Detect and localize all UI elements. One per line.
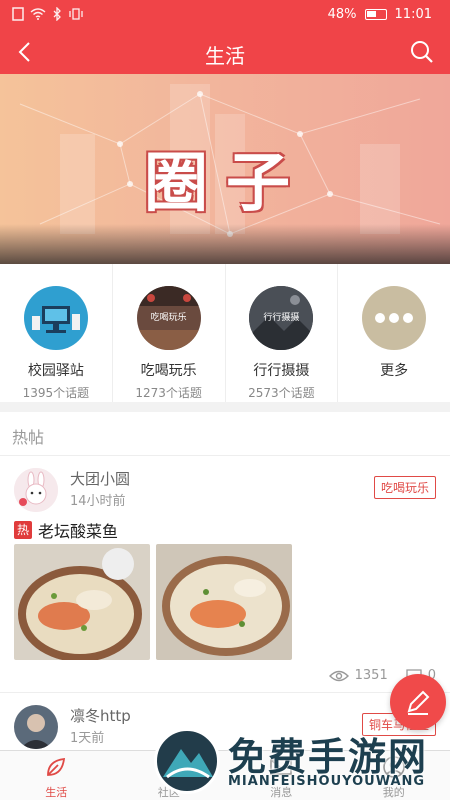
more-icon [362,286,427,350]
views-count: 1351 [354,668,388,683]
fish-dish-photo-1 [14,544,150,660]
computer-illustration [31,306,80,333]
category-name: 校园驿站 [27,363,84,379]
campus-station-icon [23,286,88,350]
sim-icon [12,7,24,21]
banner[interactable]: 圈子 [0,74,450,264]
search-button[interactable] [408,38,436,66]
photography-icon-label: 行行摄摄 [263,313,300,323]
post-image[interactable] [14,544,150,660]
avatar[interactable] [14,468,58,512]
battery-percent: 48% [327,7,357,22]
post-image[interactable] [156,544,292,660]
bluetooth-icon [53,7,61,21]
watermark-logo-icon [154,728,220,794]
tab-life[interactable]: 生活 [0,751,113,800]
site-watermark: 免费手游网 MIANFEISHOUYOUWANG [154,722,450,800]
photography-icon: 行行摄摄 [249,286,314,350]
fish-dish-photo-2 [156,544,292,660]
post-time: 14小时前 [70,494,126,509]
hot-badge: 热 [14,521,32,539]
post-title[interactable]: 热 老坛酸菜鱼 [14,518,118,542]
page-title: 生活 [205,44,245,68]
post-author[interactable]: 凛冬http [70,705,131,726]
search-icon [411,41,433,63]
watermark-subtitle: MIANFEISHOUYOUWANG [228,774,426,789]
watermark-title: 免费手游网 [228,735,429,779]
views-stat: 1351 [328,668,388,683]
user-photo-avatar-icon [14,705,58,749]
leaf-icon [47,757,66,776]
vibrate-icon [69,8,83,20]
battery-icon [364,9,387,20]
category-name: 更多 [380,363,409,379]
category-name: 行行摄摄 [253,363,310,379]
wifi-icon [30,8,46,20]
category-campus[interactable]: 校园驿站 1395个话题 [0,264,113,402]
pencil-icon [407,690,430,715]
category-count: 1273个话题 [135,386,202,400]
tab-label: 生活 [45,786,68,799]
watermark-mountain-graphic [163,749,213,779]
category-count: 2573个话题 [248,386,315,400]
category-food-fun[interactable]: 吃喝玩乐 吃喝玩乐 1273个话题 [113,264,226,402]
eye-icon [328,670,349,681]
bunny-avatar-icon [14,468,58,512]
avatar[interactable] [14,705,58,749]
category-strip: 校园驿站 1395个话题 吃喝玩乐 吃喝玩乐 1273个话题 行行摄摄 行行摄摄… [0,264,450,402]
clock: 11:01 [394,7,432,22]
more-dots-icon [375,313,414,323]
status-icons-right: 48% 11:01 [328,7,432,22]
banner-title: 圈子 [144,147,308,221]
post-title-text: 老坛酸菜鱼 [38,522,119,541]
post-author[interactable]: 大团小圆 [70,468,130,489]
status-icons-left [12,7,84,21]
post-time: 1天前 [70,731,105,746]
food-fun-icon: 吃喝玩乐 [136,286,201,350]
category-photography[interactable]: 行行摄摄 行行摄摄 2573个话题 [226,264,339,402]
category-name: 吃喝玩乐 [140,363,197,379]
post-images [14,544,292,660]
category-count: 1395个话题 [22,386,90,400]
nav-bar: 生活 [0,30,450,74]
status-bar: 48% 11:01 [0,0,450,30]
food-fun-icon-label: 吃喝玩乐 [150,313,187,323]
category-more[interactable]: 更多 [338,264,450,402]
post-category-tag[interactable]: 吃喝玩乐 [373,476,436,499]
hot-posts-heading: 热帖 [0,412,450,456]
banner-shade [0,224,450,264]
post-card[interactable]: 大团小圆 14小时前 吃喝玩乐 热 老坛酸菜鱼 1351 0 [0,456,450,692]
